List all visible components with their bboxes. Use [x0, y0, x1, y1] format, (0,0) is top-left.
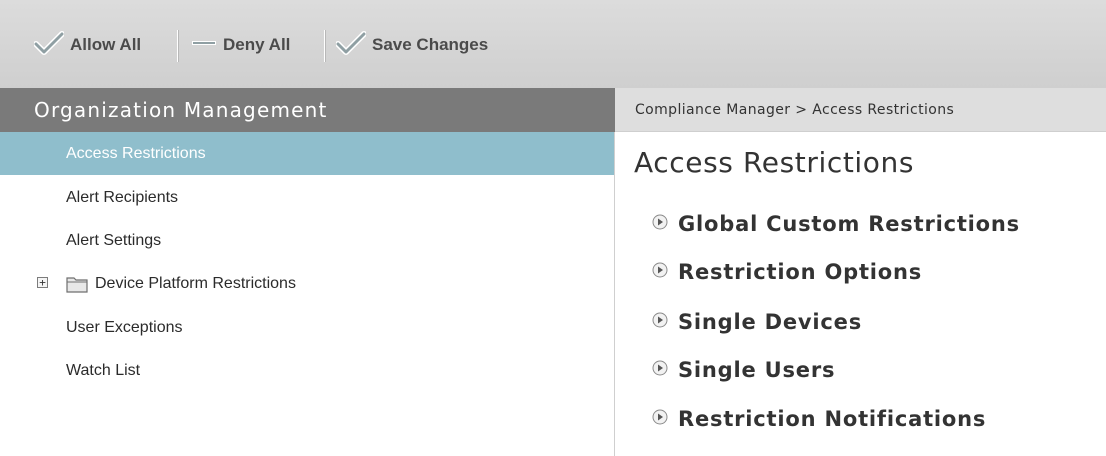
allow-all-button[interactable]: Allow All — [33, 30, 142, 60]
sidebar-item-label: Alert Recipients — [66, 189, 179, 206]
sidebar-item-alert-settings[interactable]: Alert Settings — [0, 221, 614, 261]
section-single-devices[interactable]: Single Devices — [652, 306, 862, 338]
section-restriction-notifications[interactable]: Restriction Notifications — [652, 403, 986, 435]
expand-arrow-icon — [652, 214, 668, 234]
sidebar-header: Organization Management — [0, 88, 615, 132]
expand-arrow-icon — [652, 262, 668, 282]
sidebar-item-label: Access Restrictions — [66, 144, 206, 162]
deny-all-button[interactable]: Deny All — [191, 31, 290, 59]
checkmark-icon — [335, 30, 367, 60]
save-changes-label: Save Changes — [372, 35, 489, 54]
minus-icon — [191, 31, 217, 60]
expand-arrow-icon — [652, 312, 668, 332]
sidebar: Access Restrictions Alert Recipients Ale… — [0, 132, 615, 456]
section-label: Restriction Options — [678, 260, 923, 284]
sidebar-item-device-platform-restrictions[interactable]: + Device Platform Restrictions — [0, 264, 614, 304]
toolbar-divider — [177, 30, 178, 62]
sidebar-item-label: Watch List — [66, 362, 141, 379]
section-label: Restriction Notifications — [678, 407, 987, 431]
expand-arrow-icon — [652, 409, 668, 429]
sidebar-item-access-restrictions[interactable]: Access Restrictions — [0, 132, 614, 175]
toolbar: Allow All Deny All Save Changes — [0, 0, 1106, 89]
sidebar-item-watch-list[interactable]: Watch List — [0, 351, 614, 391]
toolbar-divider — [324, 30, 325, 62]
allow-all-label: Allow All — [70, 35, 142, 54]
sidebar-item-user-exceptions[interactable]: User Exceptions — [0, 308, 614, 348]
sidebar-item-label: User Exceptions — [66, 319, 183, 336]
section-label: Single Devices — [678, 310, 863, 334]
folder-icon — [66, 275, 88, 298]
section-label: Single Users — [678, 358, 836, 382]
save-changes-button[interactable]: Save Changes — [335, 30, 489, 60]
sidebar-item-alert-recipients[interactable]: Alert Recipients — [0, 178, 614, 218]
breadcrumb: Compliance Manager > Access Restrictions — [615, 88, 1106, 132]
sidebar-item-label: Device Platform Restrictions — [95, 275, 296, 292]
section-global-custom-restrictions[interactable]: Global Custom Restrictions — [652, 208, 1020, 240]
page-title: Access Restrictions — [634, 146, 915, 179]
deny-all-label: Deny All — [223, 35, 291, 54]
expand-arrow-icon — [652, 360, 668, 380]
section-restriction-options[interactable]: Restriction Options — [652, 256, 922, 288]
sidebar-item-label: Alert Settings — [66, 232, 162, 249]
expand-icon[interactable]: + — [37, 277, 48, 288]
checkmark-icon — [33, 30, 65, 60]
section-single-users[interactable]: Single Users — [652, 354, 835, 386]
section-label: Global Custom Restrictions — [678, 212, 1020, 236]
